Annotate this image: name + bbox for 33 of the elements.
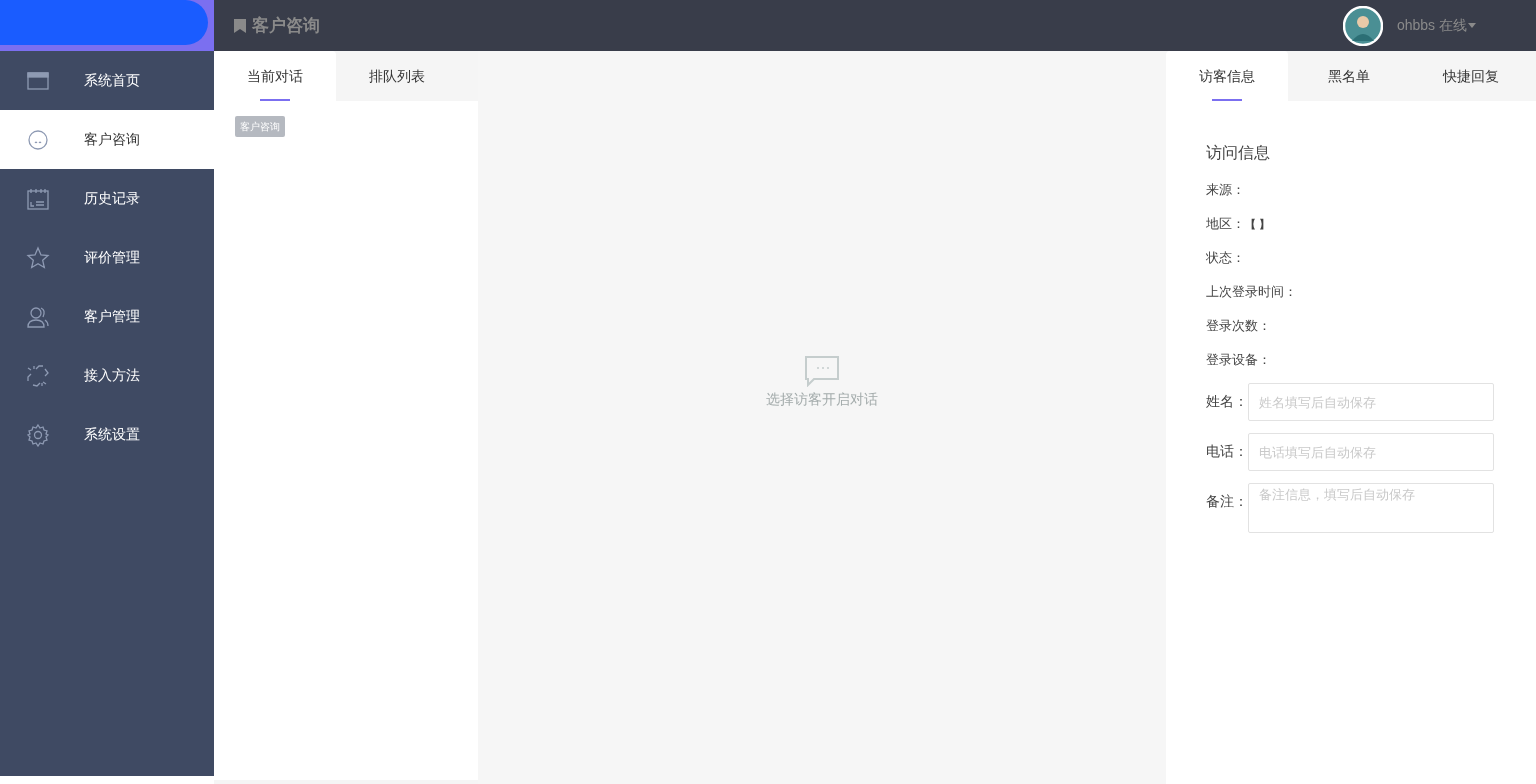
sidebar-label: 客户咨询 [84,130,140,149]
field-value: 【 】 [1245,216,1271,232]
empty-message: 选择访客开启对话 [766,390,878,409]
page-title: 客户咨询 [252,14,320,37]
sidebar-label: 系统设置 [84,425,140,444]
field-label: 登录次数： [1206,317,1271,336]
sidebar-item[interactable]: 客户咨询 [0,110,214,169]
section-heading: 访问信息 [1206,143,1271,163]
field-label: 备注： [1206,492,1248,511]
users-icon [26,304,50,329]
sidebar-label: 接入方法 [84,366,140,385]
tab[interactable]: 访客信息 [1166,51,1288,101]
field-label: 电话： [1206,442,1248,461]
smiley-icon [26,127,50,152]
sidebar-label: 系统首页 [84,71,140,90]
field-label: 登录设备： [1206,351,1271,370]
tooltip: 客户咨询 [235,116,285,137]
sidebar-label: 评价管理 [84,248,140,267]
settings-icon [26,422,50,447]
bookmark-icon [234,18,246,33]
sidebar-label: 历史记录 [84,189,140,208]
broken-link-icon [26,363,50,388]
field-label: 姓名： [1206,392,1248,411]
field-label: 状态： [1206,249,1245,268]
sidebar-label: 客户管理 [84,307,140,326]
star-icon [26,245,50,270]
tab[interactable]: 当前对话 [214,51,336,101]
avatar[interactable] [1342,5,1383,46]
field-label: 来源： [1206,181,1245,200]
field-label: 地区： [1206,215,1245,234]
field-label: 上次登录时间： [1206,283,1297,302]
chat-bubble-icon [804,355,840,387]
calendar-list-icon [26,186,50,211]
